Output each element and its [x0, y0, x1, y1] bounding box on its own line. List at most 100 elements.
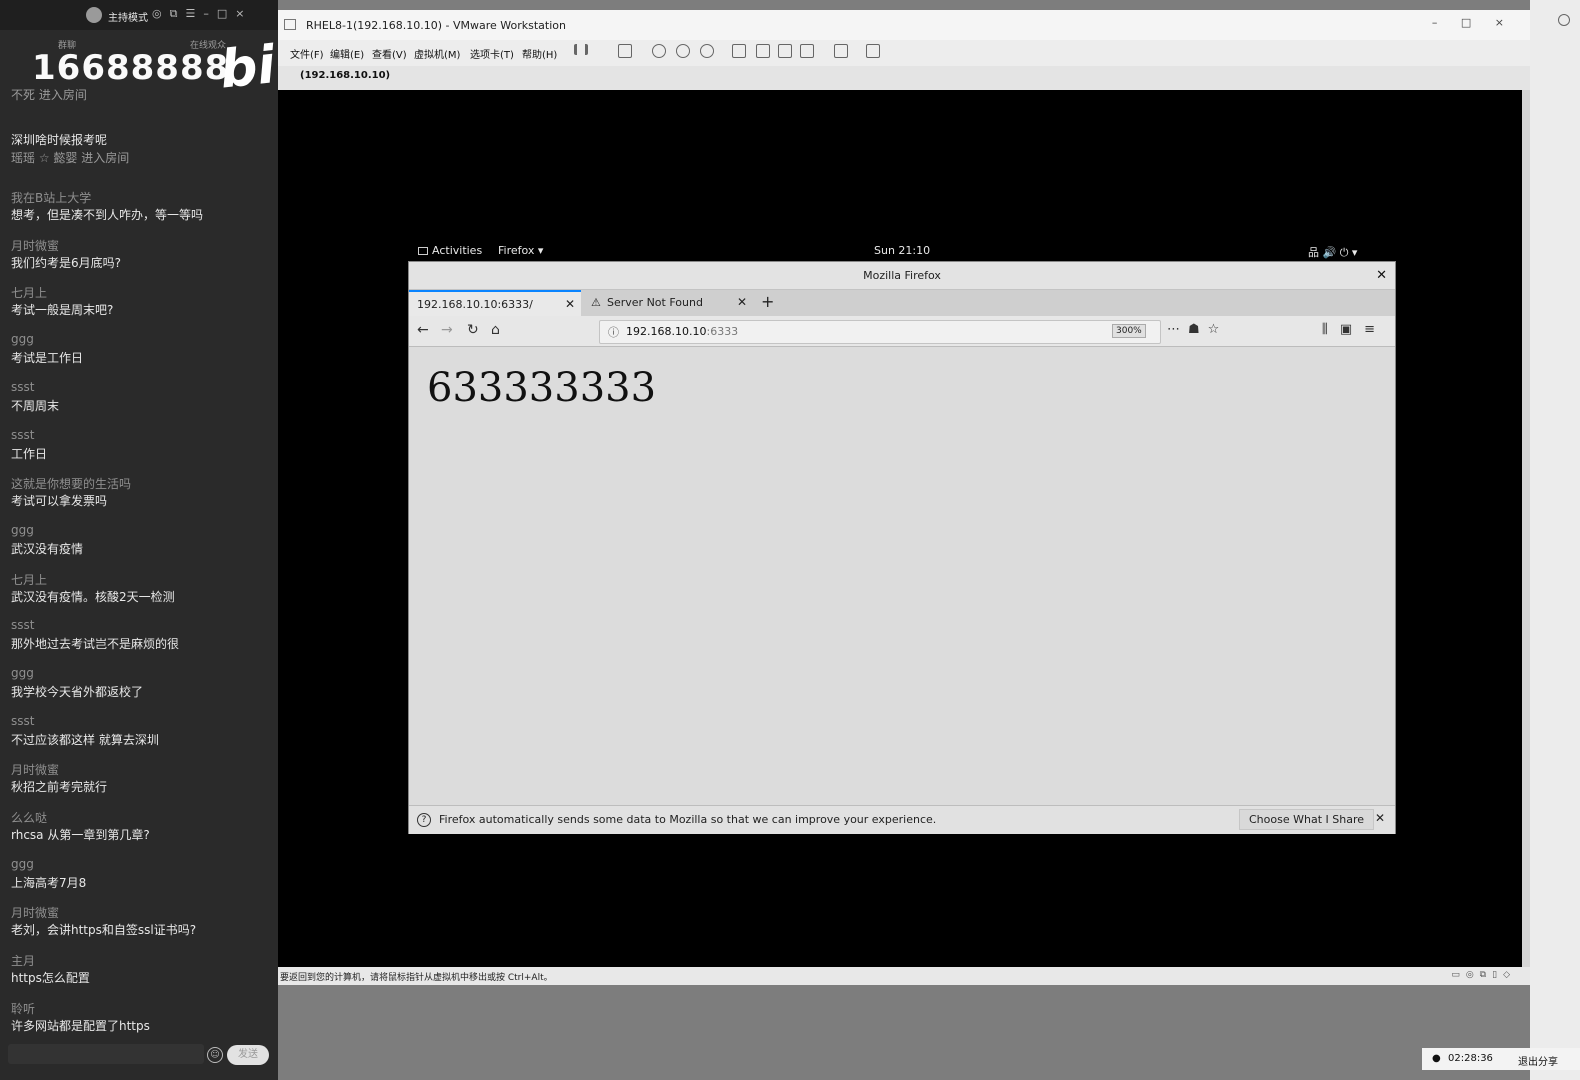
page-body-text: 633333333: [427, 365, 657, 411]
url-bar[interactable]: ⓘ 192.168.10.10:6333 300%: [599, 320, 1161, 344]
list-item: 主月 https怎么配置: [11, 952, 273, 1000]
chat-header-icons[interactable]: ◎⧉☰–□×: [152, 7, 252, 21]
right-system-strip: [1530, 0, 1580, 1080]
menu-view[interactable]: 查看(V): [372, 46, 407, 61]
list-item: ggg 考试是工作日: [11, 332, 273, 380]
list-item: 聆听许多网站都是配置了https: [11, 1000, 273, 1048]
menu-edit[interactable]: 编辑(E): [330, 46, 364, 61]
new-tab-icon[interactable]: +: [761, 292, 774, 311]
close-icon[interactable]: ✕: [565, 297, 575, 311]
chat-message-text: https怎么配置: [11, 971, 90, 986]
window-controls[interactable]: – □ ×: [1432, 16, 1514, 29]
tab-label: Server Not Found: [607, 296, 703, 309]
emoji-icon[interactable]: ☺: [207, 1047, 223, 1063]
list-item: 月时微蜜 秋招之前考完就行: [11, 761, 273, 809]
live-chat-panel: 主持模式 ◎⧉☰–□× 群聊 在线观众 不死 进入房间 深圳啥时候报考呢 瑶瑶 …: [0, 0, 278, 1080]
chat-username: 聆听: [11, 1001, 36, 1016]
host-avatar[interactable]: [86, 7, 102, 23]
back-icon[interactable]: ←: [417, 322, 429, 338]
zoom-level[interactable]: 300%: [1112, 324, 1146, 338]
home-icon[interactable]: ⌂: [491, 322, 500, 338]
tab-vm-rhel8[interactable]: (192.168.10.10): [300, 70, 430, 81]
unity-icon[interactable]: [800, 44, 814, 58]
chat-message-text: 那外地过去考试岂不是麻烦的很: [11, 637, 180, 652]
list-item: 月时微蜜我们约考是6月底吗?: [11, 237, 273, 285]
chat-message-text: 秋招之前考完就行: [11, 780, 108, 795]
activities-button[interactable]: Activities: [432, 244, 482, 257]
url-host: 192.168.10.10: [626, 325, 707, 338]
bilibili-logo: bili: [217, 31, 278, 101]
menu-tabs[interactable]: 选项卡(T): [470, 46, 514, 61]
fullscreen-icon[interactable]: [778, 44, 792, 58]
console-icon[interactable]: [834, 44, 848, 58]
url-port: :6333: [706, 325, 739, 338]
vmware-tab-strip: (192.168.10.10): [278, 66, 1530, 91]
chat-username: 我在B站上大学: [11, 191, 92, 206]
list-item: ssst 那外地过去考试岂不是麻烦的很: [11, 618, 273, 666]
chat-username: 这就是你想要的生活吗: [11, 477, 132, 492]
exit-share-button[interactable]: 退出分享: [1518, 1053, 1558, 1068]
vm-scrollbar[interactable]: [1522, 90, 1530, 967]
thumbnail-view-icon[interactable]: [756, 44, 770, 58]
snapshot-manager-icon[interactable]: [700, 44, 714, 58]
chat-message-list: 不死 进入房间 深圳啥时候报考呢 瑶瑶 ☆ 懿婴 进入房间 我在B站上大学 想考，…: [11, 78, 273, 1047]
data-collection-notice: ? Firefox automatically sends some data …: [409, 805, 1395, 834]
chat-username: 月时微蜜: [11, 238, 60, 253]
watermark-number: 16688888: [32, 48, 230, 88]
chat-header: 主持模式 ◎⧉☰–□×: [0, 0, 278, 30]
list-item: 月时微蜜 老刘，会讲https和自签ssl证书吗?: [11, 904, 273, 952]
list-item: 我在B站上大学想考，但是凑不到人咋办，等一等吗: [11, 189, 273, 237]
chat-username: ggg: [11, 856, 34, 871]
clock[interactable]: Sun 21:10: [874, 244, 930, 257]
close-icon[interactable]: ✕: [1375, 811, 1385, 825]
close-icon[interactable]: ✕: [1376, 262, 1387, 289]
close-icon[interactable]: ✕: [737, 295, 747, 309]
chat-message-text: 想考，但是凑不到人咋办，等一等吗: [11, 208, 204, 223]
chat-username: 七月上: [11, 286, 48, 301]
stretch-icon[interactable]: [866, 44, 880, 58]
page-actions[interactable]: ⋯☗☆: [1167, 322, 1227, 337]
list-item: 七月上 考试一般是周末吧?: [11, 284, 273, 332]
menu-vm[interactable]: 虚拟机(M): [414, 46, 460, 61]
menu-file[interactable]: 文件(F): [290, 46, 324, 61]
activities-icon: [418, 247, 428, 255]
vmware-app-icon: [284, 19, 296, 30]
list-item: ssst 不过应该都这样 就算去深圳: [11, 714, 273, 762]
url-text: 192.168.10.10:6333: [626, 325, 738, 338]
chat-username: ssst: [11, 713, 35, 728]
chat-input[interactable]: [8, 1044, 204, 1064]
snapshot-restore-icon[interactable]: [676, 44, 690, 58]
chat-message-text: rhcsa 从第一章到第几章?: [11, 828, 150, 842]
page-content: 633333333: [409, 347, 1395, 805]
vm-display[interactable]: Activities Firefox ▾ Sun 21:10 品 🔊 ⏻ ▾ M…: [278, 90, 1522, 967]
user-icon[interactable]: [1558, 14, 1570, 26]
library-view-icon[interactable]: [732, 44, 746, 58]
tab-active[interactable]: 192.168.10.10:6333/ ✕: [409, 290, 581, 316]
send-button[interactable]: 发送: [227, 1045, 269, 1065]
toolbar-right-icons[interactable]: ⫼▣≡: [1322, 322, 1387, 337]
system-tray[interactable]: 品 🔊 ⏻ ▾: [1308, 244, 1357, 260]
chat-message-text: 我们约考是6月底吗?: [11, 255, 122, 270]
list-item: 么么哒 rhcsa 从第一章到第几章?: [11, 809, 273, 857]
firefox-app-menu[interactable]: Firefox ▾: [498, 244, 543, 257]
pause-icon[interactable]: [574, 44, 588, 55]
list-item: ssst 工作日: [11, 428, 273, 476]
chat-message-text: 武汉没有疫情。核酸2天一检测: [11, 589, 175, 604]
menu-help[interactable]: 帮助(H): [522, 46, 557, 61]
tab-server-not-found[interactable]: ⚠ Server Not Found ✕: [583, 290, 753, 316]
chat-message-text: 许多网站都是配置了https: [11, 1018, 150, 1033]
forward-icon[interactable]: →: [441, 322, 453, 338]
list-item: 这就是你想要的生活吗 考试可以拿发票吗: [11, 475, 273, 523]
list-item: ggg 上海高考7月8: [11, 857, 273, 905]
chat-username: 主月: [11, 954, 36, 969]
reload-icon[interactable]: ↻: [467, 322, 479, 338]
firefox-window-title: Mozilla Firefox: [863, 269, 941, 282]
chat-username: 么么哒: [11, 811, 48, 825]
send-ctrl-alt-del-icon[interactable]: [618, 44, 632, 58]
choose-what-i-share-button[interactable]: Choose What I Share: [1239, 809, 1374, 830]
snapshot-icon[interactable]: [652, 44, 666, 58]
chat-message-text: 考试是工作日: [11, 351, 84, 366]
question-icon: ?: [417, 813, 431, 827]
device-status-icons[interactable]: ▭◎⧉▯◇: [1451, 970, 1516, 980]
site-info-icon[interactable]: ⓘ: [608, 324, 619, 340]
